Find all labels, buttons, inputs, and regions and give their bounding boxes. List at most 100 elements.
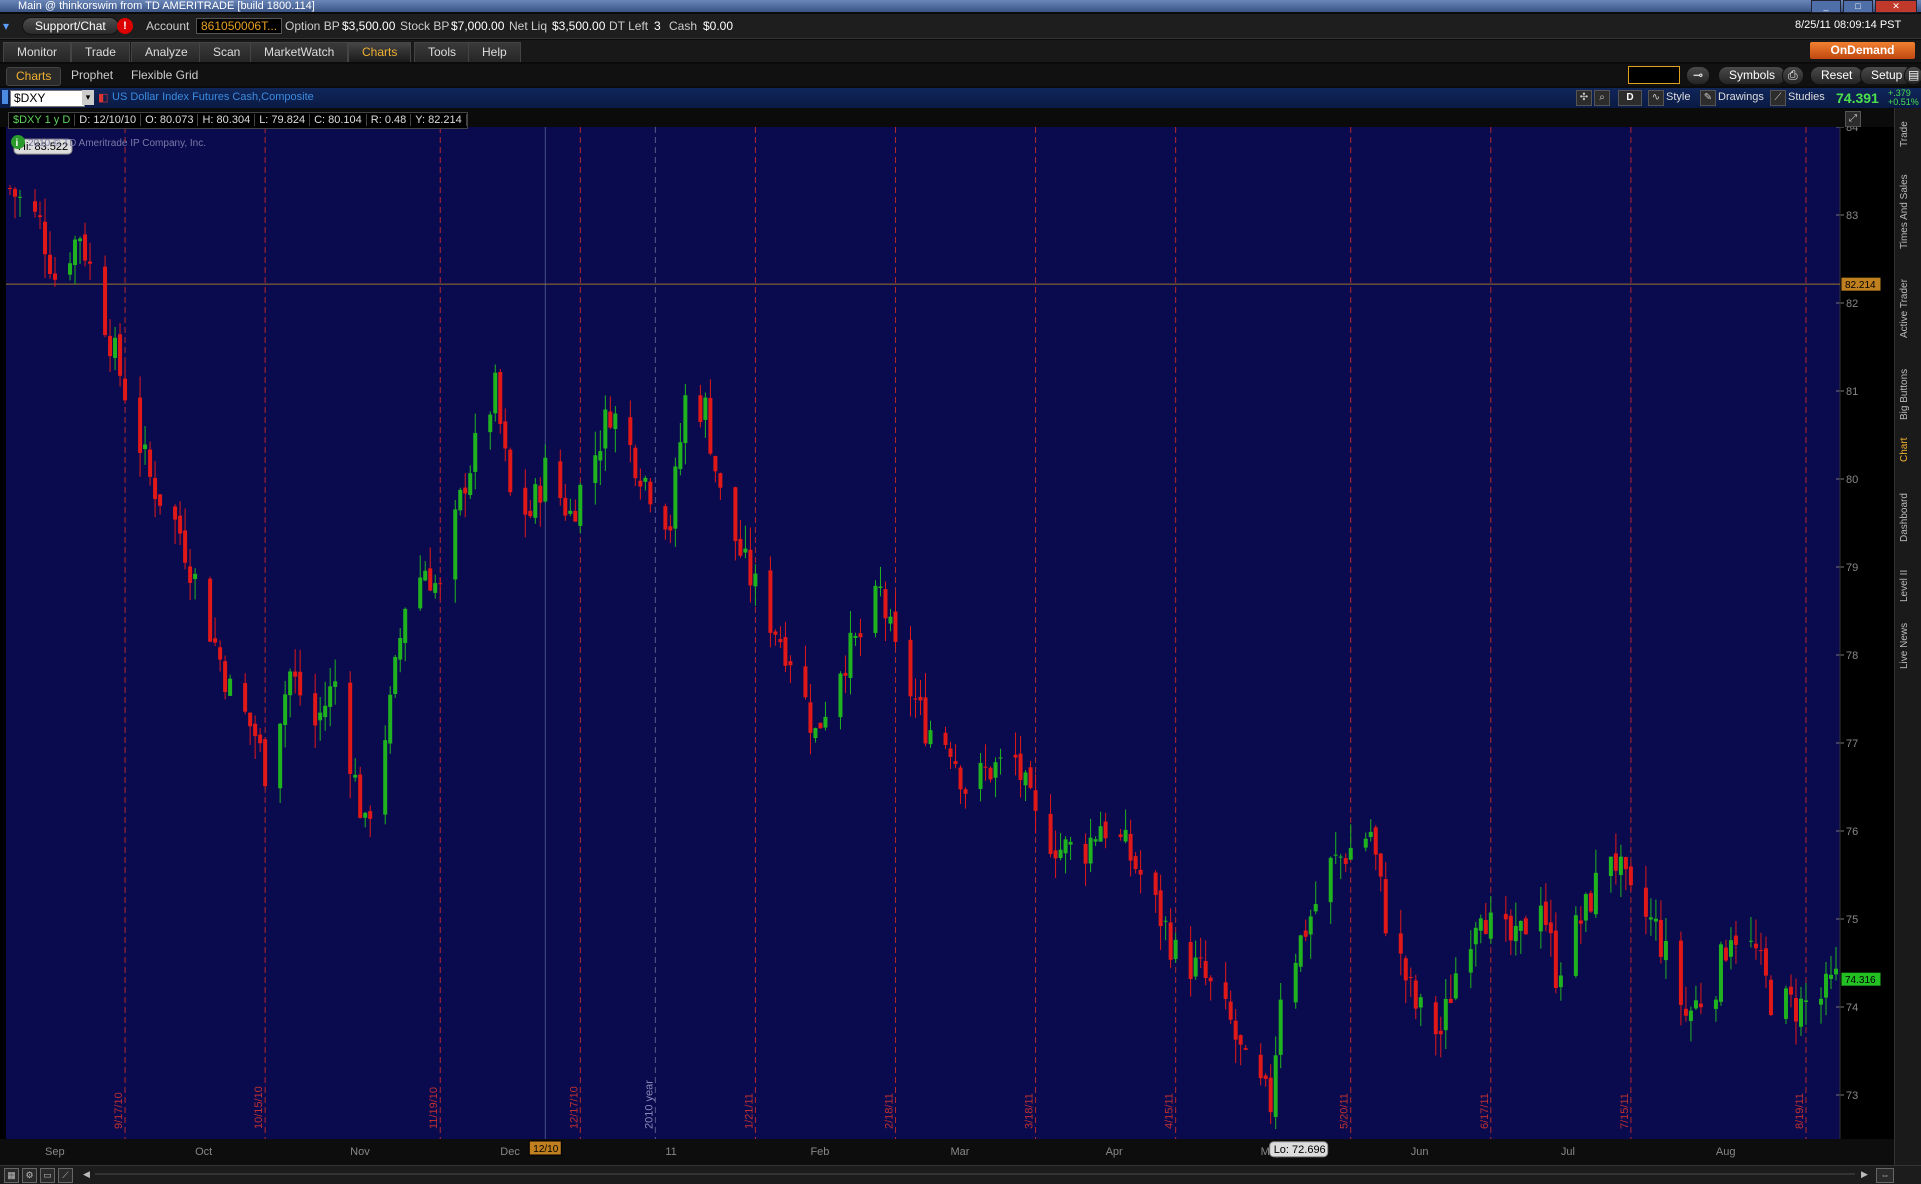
stock-bp-value: $7,000.00: [451, 19, 505, 33]
layout-icon[interactable]: ▤: [1904, 66, 1921, 85]
tab-tools[interactable]: Tools: [414, 42, 471, 62]
horizontal-scrollbar[interactable]: [95, 1173, 1855, 1175]
scroll-right-icon[interactable]: ▶: [1858, 1168, 1871, 1181]
x-month-label: Dec: [500, 1146, 520, 1158]
candle-body: [883, 589, 888, 619]
maximize-icon[interactable]: □: [1843, 0, 1873, 13]
crosshair-icon[interactable]: ✣: [1576, 90, 1592, 106]
candle-body: [1693, 1000, 1698, 1009]
side-tab-big-buttons[interactable]: Big Buttons: [1899, 358, 1917, 430]
link-color-icon[interactable]: [2, 90, 8, 104]
studies-button[interactable]: Studies: [1788, 91, 1825, 103]
candle-body: [563, 497, 568, 516]
candle-body: [1413, 980, 1418, 1009]
expiration-label: 8/19/11: [1794, 1093, 1806, 1129]
candle-body: [663, 506, 668, 530]
tab-monitor[interactable]: Monitor: [3, 42, 72, 62]
account-selector[interactable]: 861050006T...: [196, 18, 283, 34]
tab-trade[interactable]: Trade: [71, 42, 130, 62]
candle-body: [178, 515, 183, 534]
drawing-tool-icon[interactable]: ⟋: [58, 1168, 73, 1183]
candle-body: [1718, 944, 1723, 1002]
candle-body: [1628, 866, 1633, 886]
down-candle: [263, 737, 268, 788]
up-candle: [383, 725, 388, 825]
tab-marketwatch[interactable]: MarketWatch: [250, 42, 349, 62]
alert-icon[interactable]: !: [117, 18, 133, 34]
candle-body: [1063, 839, 1068, 854]
side-tab-dashboard[interactable]: Dashboard: [1899, 478, 1917, 558]
candle-body: [1648, 917, 1653, 920]
candle-body: [1128, 833, 1133, 861]
close-icon[interactable]: ✕: [1875, 0, 1917, 13]
side-tab-active-trader[interactable]: Active Trader: [1899, 268, 1917, 350]
grid-layout-icon[interactable]: ▦: [4, 1168, 19, 1183]
candle-body: [1573, 915, 1578, 976]
candle-body: [958, 767, 963, 790]
down-candle: [1588, 890, 1593, 914]
candle-body: [788, 661, 793, 666]
price-chart[interactable]: 73 74 75 76 77 78 79 80 81 82 83 84 9/17/10 10/15/10 1…: [0, 127, 1894, 1165]
symbol-dropdown-icon[interactable]: ▾: [82, 90, 94, 105]
down-candle: [498, 368, 503, 434]
subtab-flexible-grid[interactable]: Flexible Grid: [122, 67, 207, 84]
candle-body: [463, 487, 468, 494]
print-icon[interactable]: ⎙: [1782, 66, 1804, 85]
drawings-button[interactable]: Drawings: [1718, 91, 1764, 103]
candle-body: [988, 767, 993, 780]
minimize-icon[interactable]: _: [1811, 0, 1841, 13]
side-tab-live-news[interactable]: Live News: [1899, 613, 1917, 678]
side-tab-times-and-sales[interactable]: Times And Sales: [1899, 166, 1917, 258]
candle-body: [1698, 1003, 1703, 1008]
tab-scan[interactable]: Scan: [199, 42, 255, 62]
chart-expand-icon[interactable]: ⤢: [1845, 111, 1861, 127]
candle-body: [298, 671, 303, 696]
net-liq-label: Net Liq: [509, 19, 548, 33]
scroll-left-icon[interactable]: ◀: [80, 1168, 93, 1181]
candle-body: [73, 239, 78, 266]
style-icon[interactable]: ∿: [1648, 90, 1664, 106]
period-button[interactable]: D: [1618, 90, 1642, 106]
candle-body: [1123, 829, 1128, 842]
pencil-icon[interactable]: ✎: [1700, 90, 1716, 106]
candle-body: [323, 705, 328, 718]
candle-body: [418, 577, 423, 609]
support-chat-button[interactable]: Support/Chat: [22, 17, 119, 35]
down-candle: [103, 255, 108, 338]
x-month-label: 11: [665, 1146, 676, 1158]
x-month-label: Mar: [951, 1146, 970, 1158]
studies-icon[interactable]: ⟋: [1770, 90, 1786, 106]
symbols-button[interactable]: Symbols: [1718, 66, 1787, 85]
expiration-label: 4/15/11: [1164, 1093, 1176, 1129]
down-candle: [208, 576, 213, 643]
candle-body: [823, 716, 828, 728]
style-button[interactable]: Style: [1666, 91, 1690, 103]
candle-body: [1643, 887, 1648, 917]
tab-analyze[interactable]: Analyze: [131, 42, 202, 62]
window-icon[interactable]: ▭: [40, 1168, 55, 1183]
zoom-fit-icon[interactable]: ⇔: [1876, 1168, 1894, 1183]
subtab-charts[interactable]: Charts: [6, 67, 62, 86]
side-tab-level-ii[interactable]: Level II: [1899, 558, 1917, 613]
subtab-prophet[interactable]: Prophet: [62, 67, 122, 84]
sub-tab-bar: Charts Prophet Flexible Grid ⊸ Symbols ⎙…: [0, 64, 1921, 86]
candle-body: [1483, 920, 1488, 934]
ondemand-button[interactable]: OnDemand: [1810, 42, 1915, 59]
candle-body: [978, 762, 983, 790]
tab-charts[interactable]: Charts: [348, 42, 412, 62]
side-tab-chart[interactable]: Chart: [1899, 428, 1917, 472]
link-icon[interactable]: ⊸: [1686, 66, 1711, 85]
reset-button[interactable]: Reset: [1810, 66, 1864, 85]
color-swatch-button[interactable]: [1628, 66, 1680, 84]
settings-icon[interactable]: ⚙: [22, 1168, 37, 1183]
candle-body: [1803, 1000, 1808, 1002]
menu-arrow-icon[interactable]: ▾: [3, 19, 9, 33]
tab-help[interactable]: Help: [468, 42, 521, 62]
candle-body: [328, 686, 333, 707]
option-bp-value: $3,500.00: [342, 19, 396, 33]
candle-body: [598, 451, 603, 461]
zoom-icon[interactable]: ⌕: [1594, 90, 1610, 106]
symbol-input[interactable]: $DXY: [10, 90, 85, 107]
candle-body: [1293, 962, 1298, 1003]
side-tab-trade[interactable]: Trade: [1899, 114, 1917, 154]
